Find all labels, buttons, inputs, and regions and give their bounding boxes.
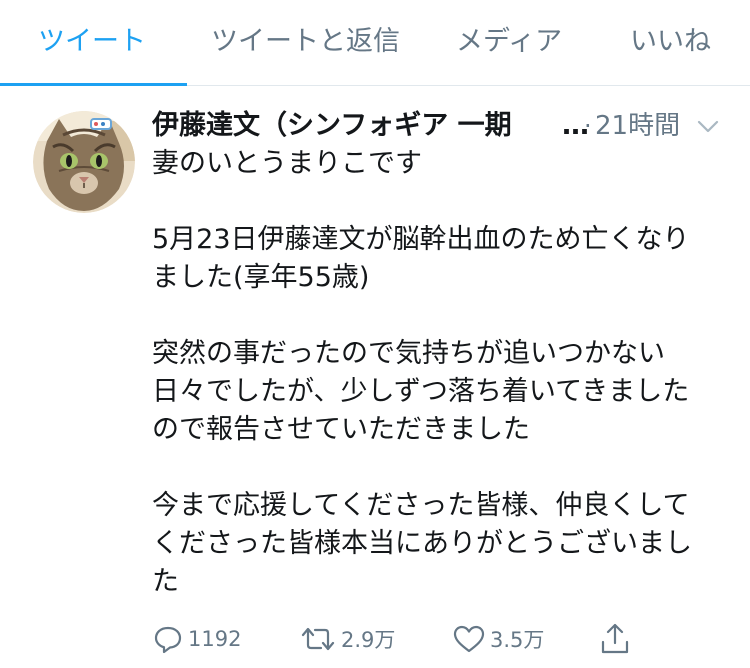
- tweet-timestamp[interactable]: 21時間: [595, 105, 680, 147]
- tweet-paragraph: 突然の事だったので気持ちが追いつかない 日々でしたが、少しずつ落ち着いてきました…: [152, 335, 737, 449]
- retweet-count: 2.9万: [341, 628, 396, 652]
- tweet-line: くださった皆様本当にありがとうございまし: [152, 528, 692, 559]
- tweet-line: 5月23日伊藤達文が脳幹出血のため亡くなり: [152, 224, 690, 255]
- tweet-actions: 1192 2.9万 3.5万: [152, 618, 742, 660]
- tweet-paragraph: 5月23日伊藤達文が脳幹出血のため亡くなり ました(享年55歳): [152, 221, 737, 297]
- active-tab-indicator: [0, 83, 187, 86]
- cat-avatar-image: [33, 111, 135, 213]
- tab-tweets-and-replies[interactable]: ツイートと返信: [211, 22, 400, 62]
- tweet-header: 伊藤達文（シンフォギア 一期 … · 21時間: [152, 105, 732, 147]
- share-button[interactable]: [598, 618, 632, 660]
- tweet-line: た: [152, 566, 179, 597]
- separator-dot: ·: [584, 112, 592, 140]
- tweet-line: 今まで応援してくださった皆様、仲良くして: [152, 490, 690, 521]
- tab-likes[interactable]: いいね: [630, 22, 711, 62]
- reply-button[interactable]: 1192: [152, 618, 241, 660]
- author-name[interactable]: 伊藤達文（シンフォギア 一期: [152, 105, 562, 147]
- reply-count: 1192: [188, 627, 242, 651]
- tweet-line: 妻のいとうまりこです: [152, 148, 422, 179]
- like-icon: [453, 625, 485, 653]
- like-count: 3.5万: [490, 628, 545, 652]
- tweet-paragraph: 妻のいとうまりこです: [152, 145, 737, 183]
- avatar[interactable]: [33, 111, 135, 213]
- tweet-line: 突然の事だったので気持ちが追いつかない: [152, 338, 665, 369]
- tweet-paragraph: 今まで応援してくださった皆様、仲良くして くださった皆様本当にありがとうございま…: [152, 487, 737, 601]
- reply-icon: [154, 626, 182, 654]
- like-button[interactable]: 3.5万: [452, 618, 544, 660]
- tweet-line: ので報告させていただきました: [152, 414, 530, 445]
- profile-tabs: ツイート ツイートと返信 メディア いいね: [0, 0, 750, 86]
- retweet-button[interactable]: 2.9万: [299, 618, 395, 660]
- tweet-line: 日々でしたが、少しずつ落ち着いてきました: [152, 376, 690, 407]
- retweet-icon: [301, 627, 335, 651]
- share-icon: [601, 623, 629, 654]
- tab-media[interactable]: メディア: [456, 22, 562, 62]
- chevron-down-icon[interactable]: [697, 116, 719, 136]
- tab-tweets[interactable]: ツイート: [38, 22, 146, 62]
- tweet-line: ました(享年55歳): [152, 262, 370, 293]
- tweet-text: 妻のいとうまりこです 5月23日伊藤達文が脳幹出血のため亡くなり ました(享年5…: [152, 145, 737, 601]
